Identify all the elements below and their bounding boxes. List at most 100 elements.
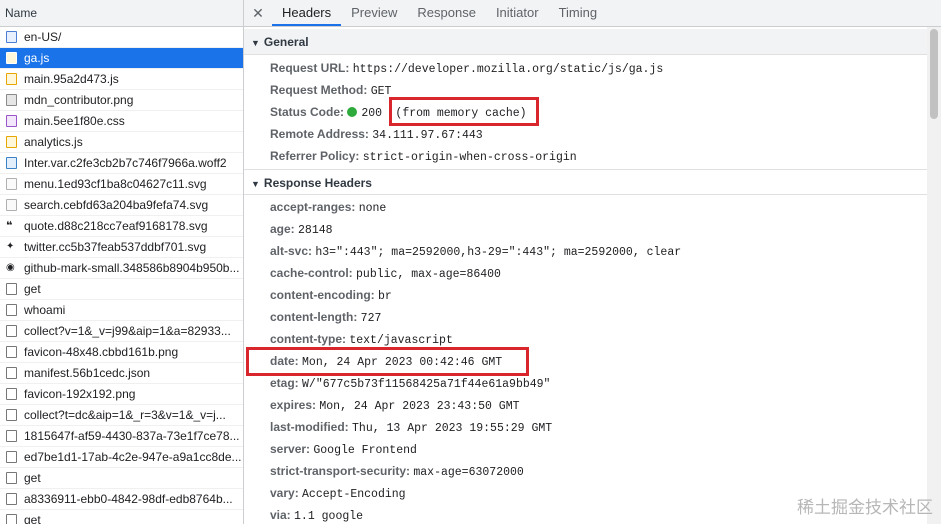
request-name: Inter.var.c2fe3cb2b7c746f7966a.woff2 xyxy=(24,155,227,170)
request-row[interactable]: ◉ github-mark-small.348586b8904b950b... xyxy=(0,258,243,279)
request-row[interactable]: ed7be1d1-17ab-4c2e-947e-a9a1cc8de... xyxy=(0,447,243,468)
tab-initiator[interactable]: Initiator xyxy=(486,0,549,26)
header-value: h3=":443"; ma=2592000,h3-29=":443"; ma=2… xyxy=(315,246,682,259)
header-key: Referrer Policy: xyxy=(270,149,360,163)
blank-file-icon xyxy=(6,472,17,484)
request-row[interactable]: get xyxy=(0,279,243,300)
header-row: age: 28148 xyxy=(244,218,941,240)
header-value: strict-origin-when-cross-origin xyxy=(362,151,577,164)
request-name: get xyxy=(24,512,41,524)
request-name: favicon-48x48.cbbd161b.png xyxy=(24,344,179,359)
js-file-icon xyxy=(6,73,17,85)
blank-file-icon xyxy=(6,514,17,524)
header-key: Status Code: xyxy=(270,105,345,119)
header-row: alt-svc: h3=":443"; ma=2592000,h3-29=":4… xyxy=(244,240,941,262)
tab-response[interactable]: Response xyxy=(407,0,486,26)
request-row[interactable]: Inter.var.c2fe3cb2b7c746f7966a.woff2 xyxy=(0,153,243,174)
header-value: max-age=63072000 xyxy=(413,466,524,479)
request-row[interactable]: ❝ quote.d88c218cc7eaf9168178.svg xyxy=(0,216,243,237)
name-column-header[interactable]: Name xyxy=(0,0,243,27)
request-row[interactable]: main.95a2d473.js xyxy=(0,69,243,90)
header-value: W/"677c5b73f11568425a71f44e61a9bb49" xyxy=(302,378,551,391)
header-key: expires: xyxy=(270,398,317,412)
js-file-icon xyxy=(6,136,17,148)
request-row[interactable]: en-US/ xyxy=(0,27,243,48)
blank-file-icon xyxy=(6,451,17,463)
request-name: collect?t=dc&aip=1&_r=3&v=1&_v=j... xyxy=(24,407,226,422)
request-list: en-US/ga.js main.95a2d473.js mdn_contribut… xyxy=(0,27,243,524)
request-row[interactable]: get xyxy=(0,510,243,524)
css-file-icon xyxy=(6,115,17,127)
request-name: quote.d88c218cc7eaf9168178.svg xyxy=(24,218,208,233)
header-key: server: xyxy=(270,442,311,456)
header-row: last-modified: Thu, 13 Apr 2023 19:55:29… xyxy=(244,416,941,438)
request-row[interactable]: ga.js xyxy=(0,48,243,69)
request-row[interactable]: a8336911-ebb0-4842-98df-edb8764b... xyxy=(0,489,243,510)
request-name: favicon-192x192.png xyxy=(24,386,136,401)
request-name: get xyxy=(24,470,41,485)
general-title: General xyxy=(263,35,309,49)
header-value: 1.1 google xyxy=(294,510,364,523)
response-headers-title: Response Headers xyxy=(263,176,372,190)
header-value: text/javascript xyxy=(349,334,453,347)
request-list-panel: Name en-US/ga.js main.95a2d473.js mdn_cont… xyxy=(0,0,244,524)
request-row[interactable]: favicon-192x192.png xyxy=(0,384,243,405)
close-icon[interactable]: ✕ xyxy=(244,5,272,22)
tw-file-icon: ✦ xyxy=(6,241,15,252)
request-row[interactable]: manifest.56b1cedc.json xyxy=(0,363,243,384)
request-row[interactable]: favicon-48x48.cbbd161b.png xyxy=(0,342,243,363)
watermark: 稀土掘金技术社区 xyxy=(797,498,933,518)
request-name: twitter.cc5b37feab537ddbf701.svg xyxy=(24,239,207,254)
request-name: 1815647f-af59-4430-837a-73e1f7ce78... xyxy=(24,428,240,443)
request-row[interactable]: 1815647f-af59-4430-837a-73e1f7ce78... xyxy=(0,426,243,447)
general-section-header[interactable]: ▼ General xyxy=(244,29,927,55)
request-row[interactable]: mdn_contributor.png xyxy=(0,90,243,111)
header-key: content-length: xyxy=(270,310,358,324)
header-value: public, max-age=86400 xyxy=(356,268,501,281)
header-value: Accept-Encoding xyxy=(302,488,406,501)
request-row[interactable]: analytics.js xyxy=(0,132,243,153)
header-key: accept-ranges: xyxy=(270,200,356,214)
request-row[interactable]: get xyxy=(0,468,243,489)
header-value: https://developer.mozilla.org/static/js/… xyxy=(352,63,664,76)
header-key: cache-control: xyxy=(270,266,353,280)
request-row[interactable]: main.5ee1f80e.css xyxy=(0,111,243,132)
details-tabbar: ✕ Headers Preview Response Initiator Tim… xyxy=(244,0,941,27)
request-name: get xyxy=(24,281,41,296)
blank-file-icon xyxy=(6,283,17,295)
request-row[interactable]: search.cebfd63a204ba9fefa74.svg xyxy=(0,195,243,216)
js-file-icon xyxy=(6,52,17,64)
request-row[interactable]: collect?v=1&_v=j99&aip=1&a=82933... xyxy=(0,321,243,342)
request-row[interactable]: ✦ twitter.cc5b37feab537ddbf701.svg xyxy=(0,237,243,258)
header-row: Request Method: GET xyxy=(244,79,941,101)
request-name: search.cebfd63a204ba9fefa74.svg xyxy=(24,197,209,212)
tab-headers[interactable]: Headers xyxy=(272,0,342,26)
tab-timing[interactable]: Timing xyxy=(549,0,608,26)
blank-file-icon xyxy=(6,409,17,421)
scrollbar-thumb[interactable] xyxy=(930,29,938,119)
status-dot-icon xyxy=(347,107,358,117)
blank-file-icon xyxy=(6,388,17,400)
header-key: alt-svc: xyxy=(270,244,313,258)
tab-preview[interactable]: Preview xyxy=(341,0,407,26)
header-row: expires: Mon, 24 Apr 2023 23:43:50 GMT xyxy=(244,394,941,416)
request-name: collect?v=1&_v=j99&aip=1&a=82933... xyxy=(24,323,231,338)
header-row: cache-control: public, max-age=86400 xyxy=(244,262,941,284)
header-key: Request URL: xyxy=(270,61,350,75)
svg-file-icon xyxy=(6,199,17,211)
request-row[interactable]: menu.1ed93cf1ba8c04627c11.svg xyxy=(0,174,243,195)
details-scrollbar[interactable] xyxy=(927,27,941,524)
request-row[interactable]: whoami xyxy=(0,300,243,321)
header-row: Status Code: 200 (from memory cache) xyxy=(244,101,941,123)
img-file-icon xyxy=(6,94,17,106)
header-value: 28148 xyxy=(298,224,333,237)
request-name: main.5ee1f80e.css xyxy=(24,113,125,128)
header-key: vary: xyxy=(270,486,299,500)
headers-content: ▼ General Request URL: https://developer.… xyxy=(244,27,941,524)
highlight-box-date-header xyxy=(246,347,529,376)
response-headers-section-header[interactable]: ▼ Response Headers xyxy=(244,169,927,195)
font-file-icon xyxy=(6,157,17,169)
request-name: en-US/ xyxy=(24,29,62,44)
request-row[interactable]: collect?t=dc&aip=1&_r=3&v=1&_v=j... xyxy=(0,405,243,426)
request-name: mdn_contributor.png xyxy=(24,92,134,107)
